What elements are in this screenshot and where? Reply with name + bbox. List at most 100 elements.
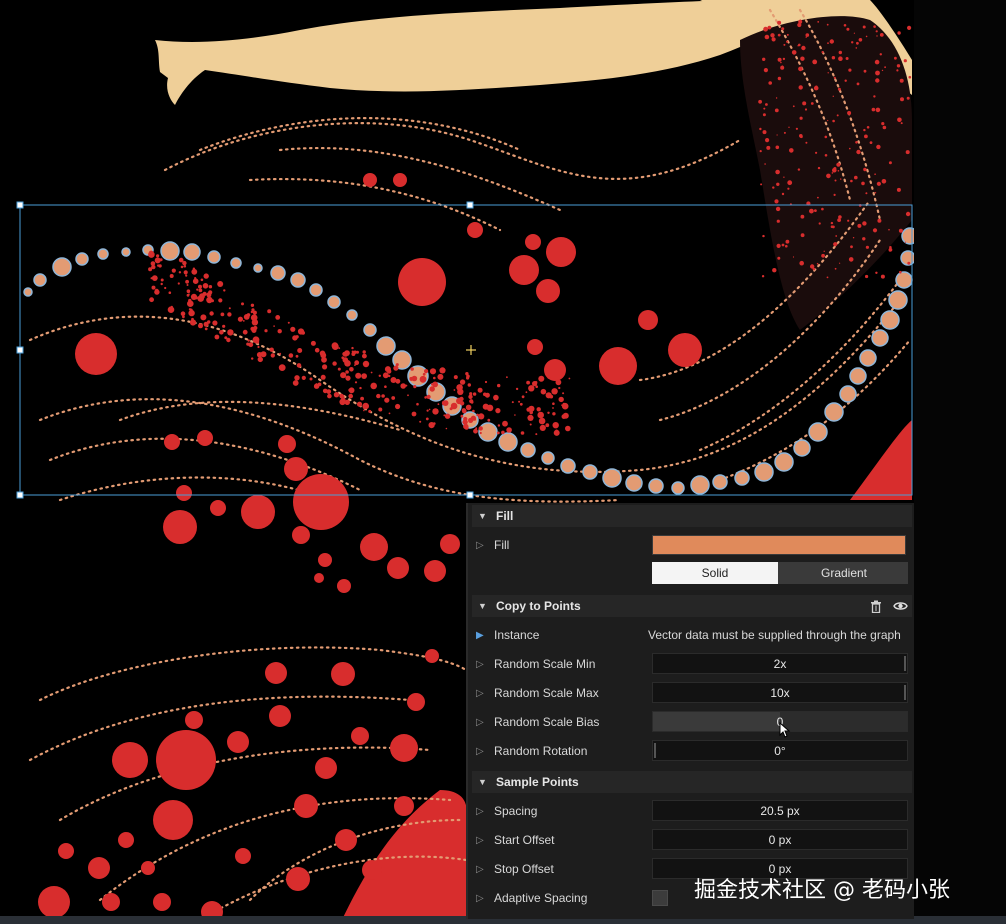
red-speckle [829, 39, 834, 44]
random-rotation-field[interactable]: 0° [652, 740, 908, 761]
bead [871, 329, 889, 347]
bead [582, 464, 598, 480]
copy-to-points-title: Copy to Points [496, 599, 581, 613]
red-dot [509, 255, 539, 285]
red-speckle [264, 329, 268, 333]
red-speckle [376, 393, 381, 399]
red-speckle [332, 361, 337, 366]
red-speckle [506, 376, 508, 379]
red-speckle [835, 235, 838, 237]
red-speckle [515, 387, 519, 391]
red-speckle [395, 363, 399, 367]
random-scale-min-field[interactable]: 2x [652, 653, 908, 674]
fill-row: ▷ Fill [472, 533, 908, 557]
fill-section-header[interactable]: ▼ Fill [472, 505, 912, 527]
red-speckle [227, 312, 232, 317]
expand-arrow-icon[interactable]: ▷ [476, 835, 490, 846]
eye-icon[interactable] [892, 598, 908, 614]
start-offset-field[interactable]: 0 px [652, 829, 908, 850]
red-speckle [881, 179, 887, 184]
red-speckle [467, 383, 471, 387]
red-speckle [422, 372, 426, 376]
sample-points-header[interactable]: ▼ Sample Points [472, 771, 912, 793]
red-dot [363, 173, 377, 187]
expand-arrow-icon[interactable]: ▷ [476, 540, 490, 551]
red-speckle [528, 385, 535, 392]
red-speckle [762, 113, 766, 117]
random-scale-max-value: 10x [770, 685, 790, 700]
expand-arrow-icon[interactable]: ▷ [476, 717, 490, 728]
red-speckle [837, 87, 841, 91]
red-speckle [537, 411, 544, 419]
red-speckle [208, 290, 213, 295]
red-speckle [468, 394, 473, 399]
red-speckle [871, 107, 876, 112]
red-speckle [762, 234, 765, 238]
red-speckle [395, 403, 401, 410]
red-speckle [351, 352, 356, 356]
expand-arrow-icon[interactable]: ▷ [476, 746, 490, 757]
red-dot [638, 310, 658, 330]
red-dot [241, 495, 275, 529]
red-speckle [561, 404, 563, 407]
red-speckle [817, 21, 820, 23]
red-speckle [384, 397, 390, 403]
red-speckle [495, 408, 501, 414]
red-speckle [788, 126, 790, 128]
red-speckle [821, 51, 824, 54]
adaptive-spacing-checkbox[interactable] [652, 890, 668, 906]
watermark: 掘金技术社区 @ 老码小张 [694, 878, 950, 903]
expand-arrow-icon[interactable]: ▷ [476, 659, 490, 670]
red-dot [525, 234, 541, 250]
red-speckle [301, 331, 305, 335]
red-speckle [473, 428, 478, 434]
red-speckle [198, 323, 203, 329]
red-speckle [351, 346, 354, 350]
bead [734, 470, 750, 486]
red-speckle [198, 284, 202, 289]
expand-arrow-icon[interactable]: ▷ [476, 893, 490, 904]
red-speckle [787, 180, 793, 186]
red-speckle [821, 253, 825, 258]
expand-arrow-icon[interactable]: ▷ [476, 688, 490, 699]
red-speckle [151, 285, 156, 290]
fill-color-swatch[interactable] [652, 535, 906, 555]
slider-handle [654, 743, 656, 758]
red-speckle [847, 219, 850, 222]
copy-to-points-header[interactable]: ▼ Copy to Points [472, 595, 912, 617]
trash-icon[interactable] [868, 598, 884, 614]
red-speckle [876, 144, 881, 150]
red-speckle [545, 392, 552, 399]
red-speckle [207, 320, 211, 324]
red-speckle [781, 243, 785, 247]
start-offset-value: 0 px [768, 832, 792, 847]
red-speckle [444, 413, 451, 419]
expand-arrow-icon[interactable]: ▷ [476, 806, 490, 817]
random-scale-bias-field[interactable]: 0 [652, 711, 908, 738]
tab-solid[interactable]: Solid [652, 562, 778, 584]
red-speckle [772, 186, 775, 189]
bead [75, 252, 89, 266]
red-speckle [180, 311, 186, 317]
expand-arrow-icon[interactable]: ▷ [476, 864, 490, 875]
tab-gradient[interactable]: Gradient [780, 562, 908, 584]
red-speckle [827, 42, 829, 44]
fill-section-title: Fill [496, 509, 514, 523]
red-speckle [777, 20, 782, 25]
red-speckle [879, 53, 882, 56]
red-speckle [472, 392, 477, 396]
red-speckle [410, 367, 414, 371]
red-speckle [160, 278, 164, 282]
red-dot [393, 173, 407, 187]
red-speckle [228, 307, 231, 310]
red-speckle [851, 41, 854, 44]
red-speckle [171, 268, 176, 273]
spacing-field[interactable]: 20.5 px [652, 800, 908, 821]
red-dot [102, 893, 120, 911]
sample-points-title: Sample Points [496, 775, 579, 789]
instance-connector-icon[interactable]: ▶ [476, 630, 490, 641]
bead [346, 309, 358, 321]
properties-panel: ▼ Fill ▷ Fill Solid Gradient ▼ Copy to P… [466, 503, 914, 919]
red-dot [164, 434, 180, 450]
random-scale-max-field[interactable]: 10x [652, 682, 908, 703]
